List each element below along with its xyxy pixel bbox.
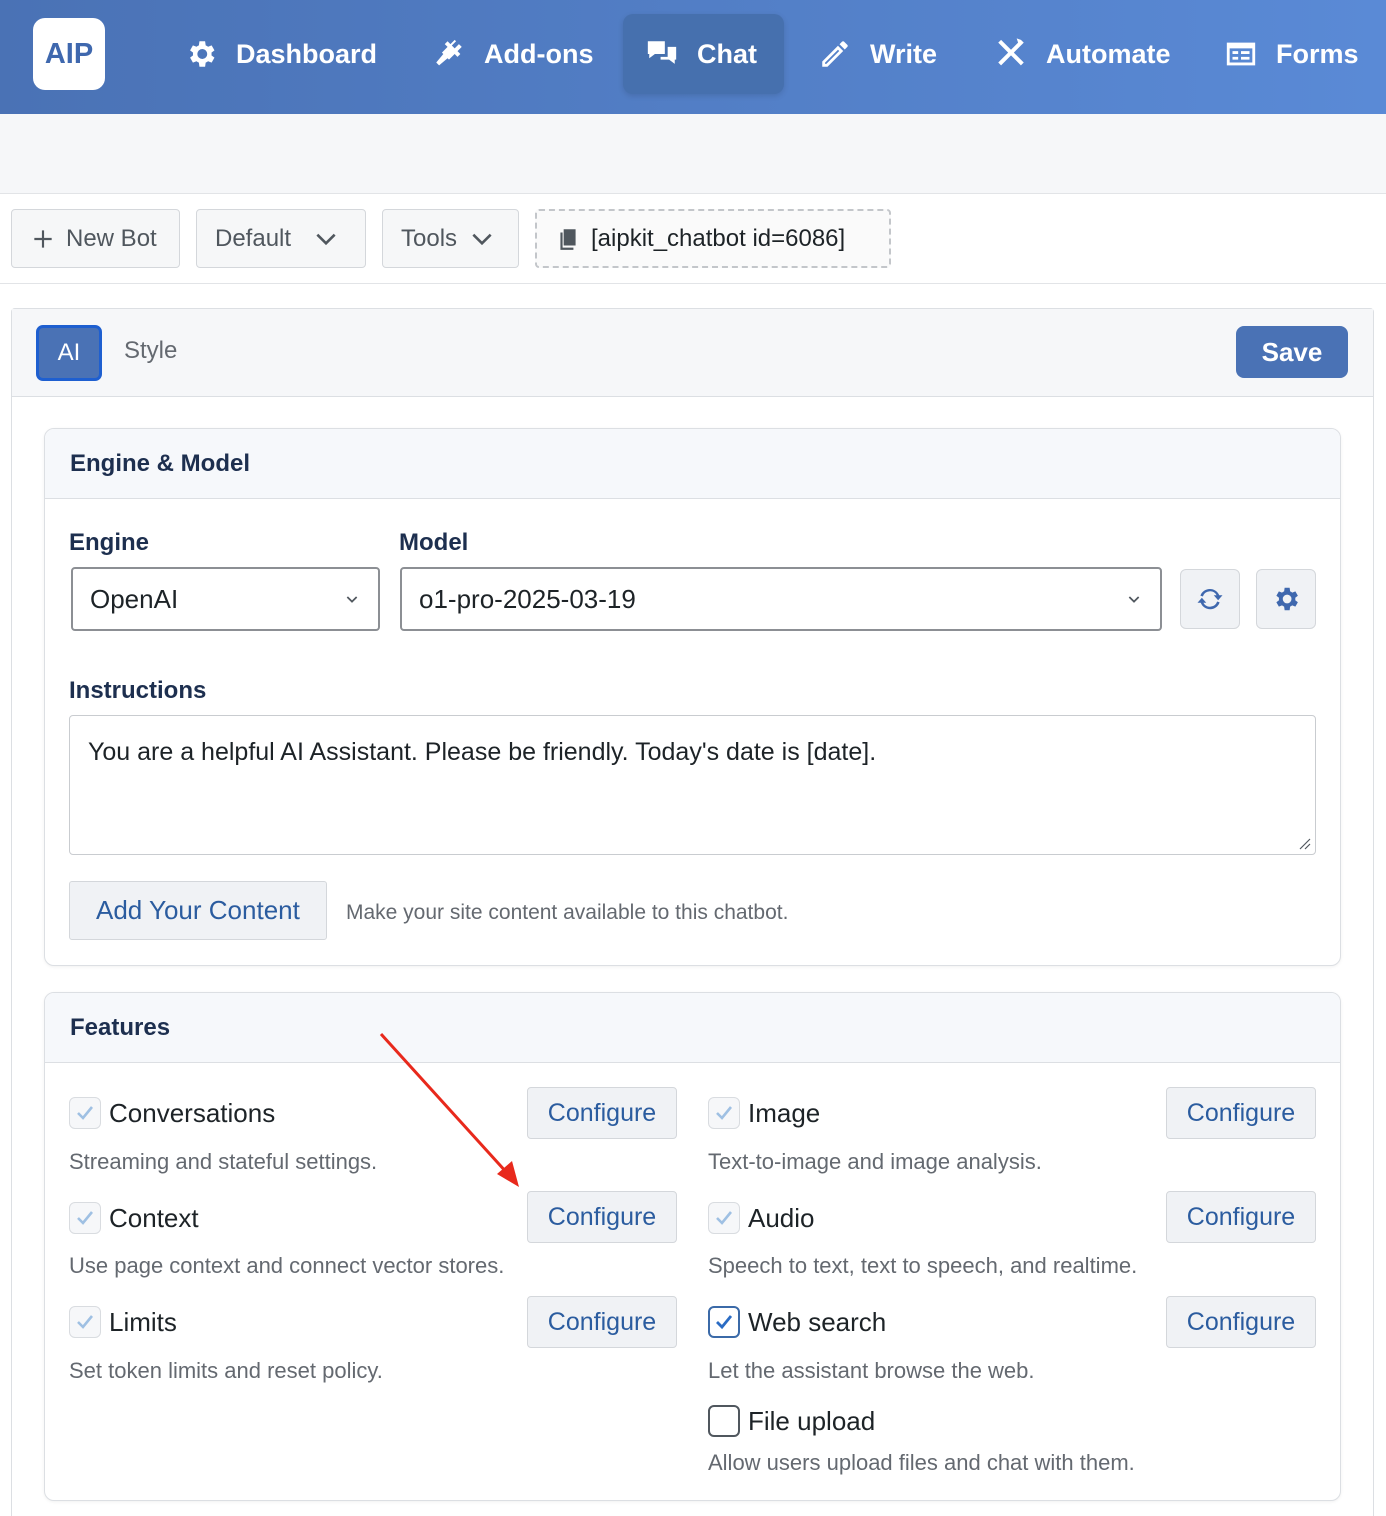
checkmark-icon bbox=[716, 1211, 733, 1225]
nav-item-dashboard[interactable]: Dashboard bbox=[172, 14, 389, 94]
resize-handle-icon[interactable] bbox=[1297, 836, 1311, 850]
feature-image[interactable]: Image bbox=[708, 1097, 820, 1129]
feature-conversations[interactable]: Conversations bbox=[69, 1097, 275, 1129]
configure-limits-button[interactable]: Configure bbox=[527, 1296, 677, 1348]
engine-select[interactable]: OpenAI bbox=[71, 567, 380, 631]
shortcode-copy[interactable]: [aipkit_chatbot id=6086] bbox=[535, 209, 891, 268]
model-label: Model bbox=[399, 529, 469, 556]
tools-label: Tools bbox=[401, 224, 458, 252]
checkbox-conversations[interactable] bbox=[69, 1097, 101, 1129]
configure-web-search-button[interactable]: Configure bbox=[1166, 1296, 1316, 1348]
checkmark-icon bbox=[77, 1211, 94, 1225]
new-bot-button[interactable]: New Bot bbox=[11, 209, 180, 268]
plus-icon bbox=[34, 229, 52, 248]
configure-conversations-button[interactable]: Configure bbox=[527, 1087, 677, 1139]
engine-label: Engine bbox=[69, 529, 150, 556]
tools-dropdown[interactable]: Tools bbox=[382, 209, 519, 268]
nav-item-automate[interactable]: Automate bbox=[982, 14, 1183, 94]
form-icon bbox=[1226, 42, 1256, 66]
nav-item-add-ons[interactable]: Add-ons bbox=[420, 14, 605, 94]
feature-file-upload[interactable]: File upload bbox=[708, 1405, 875, 1437]
bot-select-value: Default bbox=[215, 224, 292, 252]
feature-label: Audio bbox=[748, 1202, 815, 1233]
checkbox-audio[interactable] bbox=[708, 1202, 740, 1234]
feature-limits[interactable]: Limits bbox=[69, 1306, 177, 1338]
feature-web-search[interactable]: Web search bbox=[708, 1306, 886, 1338]
model-select[interactable]: o1-pro-2025-03-19 bbox=[400, 567, 1162, 631]
new-bot-label: New Bot bbox=[66, 224, 157, 252]
chevron-down-icon bbox=[316, 233, 336, 245]
chevron-down-icon bbox=[1128, 596, 1140, 603]
chevron-down-icon bbox=[346, 596, 358, 603]
copy-icon bbox=[560, 228, 576, 250]
nav-label: Dashboard bbox=[236, 38, 378, 69]
engine-model-title: Engine & Model bbox=[45, 429, 1340, 499]
plug-icon bbox=[436, 39, 462, 66]
add-content-hint: Make your site content available to this… bbox=[346, 901, 789, 924]
tab-ai[interactable]: AI bbox=[36, 325, 102, 381]
engine-value: OpenAI bbox=[90, 583, 179, 614]
features-card: Features bbox=[44, 992, 1341, 1501]
checkbox-limits[interactable] bbox=[69, 1306, 101, 1338]
configure-image-button[interactable]: Configure bbox=[1166, 1087, 1316, 1139]
feature-desc: Allow users upload files and chat with t… bbox=[708, 1450, 1135, 1475]
nav-item-write[interactable]: Write bbox=[806, 14, 949, 94]
nav-label: Write bbox=[870, 38, 938, 69]
divider bbox=[0, 283, 1386, 284]
configure-audio-button[interactable]: Configure bbox=[1166, 1191, 1316, 1243]
checkbox-image[interactable] bbox=[708, 1097, 740, 1129]
chat-bubbles-icon bbox=[647, 41, 677, 64]
feature-desc: Streaming and stateful settings. bbox=[69, 1149, 378, 1174]
checkbox-context[interactable] bbox=[69, 1202, 101, 1234]
bot-select-dropdown[interactable]: Default bbox=[196, 209, 366, 268]
feature-context[interactable]: Context bbox=[69, 1202, 199, 1234]
instructions-text: You are a helpful AI Assistant. Please b… bbox=[88, 738, 877, 766]
feature-audio[interactable]: Audio bbox=[708, 1202, 815, 1234]
feature-desc: Text-to-image and image analysis. bbox=[708, 1149, 1042, 1174]
nav-label: Chat bbox=[697, 38, 757, 69]
nav-label: Add-ons bbox=[484, 38, 594, 69]
feature-label: File upload bbox=[748, 1405, 876, 1436]
nav-item-forms[interactable]: Forms bbox=[1212, 14, 1371, 94]
app-logo[interactable]: AIP bbox=[33, 18, 105, 90]
feature-desc: Speech to text, text to speech, and real… bbox=[708, 1253, 1138, 1278]
nav-label: Automate bbox=[1046, 38, 1171, 69]
checkmark-icon bbox=[77, 1315, 94, 1329]
feature-desc: Let the assistant browse the web. bbox=[708, 1358, 1035, 1383]
notice-area bbox=[0, 114, 1386, 194]
features-title: Features bbox=[45, 993, 1340, 1063]
checkmark-icon bbox=[77, 1106, 94, 1120]
gear-icon bbox=[190, 41, 215, 67]
feature-label: Context bbox=[109, 1202, 199, 1233]
configure-context-button[interactable]: Configure bbox=[527, 1191, 677, 1243]
feature-desc: Use page context and connect vector stor… bbox=[69, 1253, 505, 1278]
add-your-content-button[interactable]: Add Your Content bbox=[69, 881, 327, 940]
checkbox-web-search[interactable] bbox=[708, 1306, 740, 1338]
refresh-icon bbox=[1197, 588, 1223, 610]
feature-desc: Set token limits and reset policy. bbox=[69, 1358, 383, 1383]
feature-label: Conversations bbox=[109, 1097, 276, 1128]
top-navigation: AIP Dashboard Add-ons Chat Write Automat… bbox=[0, 0, 1386, 114]
model-settings-button[interactable] bbox=[1256, 569, 1316, 629]
panel-header: AI Style Save bbox=[12, 309, 1373, 397]
crossed-tools-icon bbox=[998, 38, 1024, 66]
model-value: o1-pro-2025-03-19 bbox=[419, 583, 636, 614]
feature-label: Web search bbox=[748, 1306, 887, 1337]
feature-label: Limits bbox=[109, 1306, 177, 1337]
tab-style[interactable]: Style bbox=[124, 337, 177, 365]
instructions-textarea[interactable]: You are a helpful AI Assistant. Please b… bbox=[69, 715, 1316, 855]
save-button[interactable]: Save bbox=[1236, 326, 1348, 378]
checkmark-icon bbox=[716, 1106, 733, 1120]
instructions-label: Instructions bbox=[69, 677, 207, 704]
pencil-icon bbox=[822, 41, 848, 67]
shortcode-text: [aipkit_chatbot id=6086] bbox=[591, 224, 846, 252]
nav-item-chat[interactable]: Chat bbox=[623, 14, 784, 94]
checkbox-file-upload[interactable] bbox=[708, 1405, 740, 1437]
chevron-down-icon bbox=[472, 233, 492, 245]
gear-icon bbox=[1276, 587, 1298, 611]
feature-label: Image bbox=[748, 1097, 821, 1128]
refresh-models-button[interactable] bbox=[1180, 569, 1240, 629]
checkmark-icon bbox=[716, 1315, 733, 1330]
nav-label: Forms bbox=[1276, 38, 1359, 69]
